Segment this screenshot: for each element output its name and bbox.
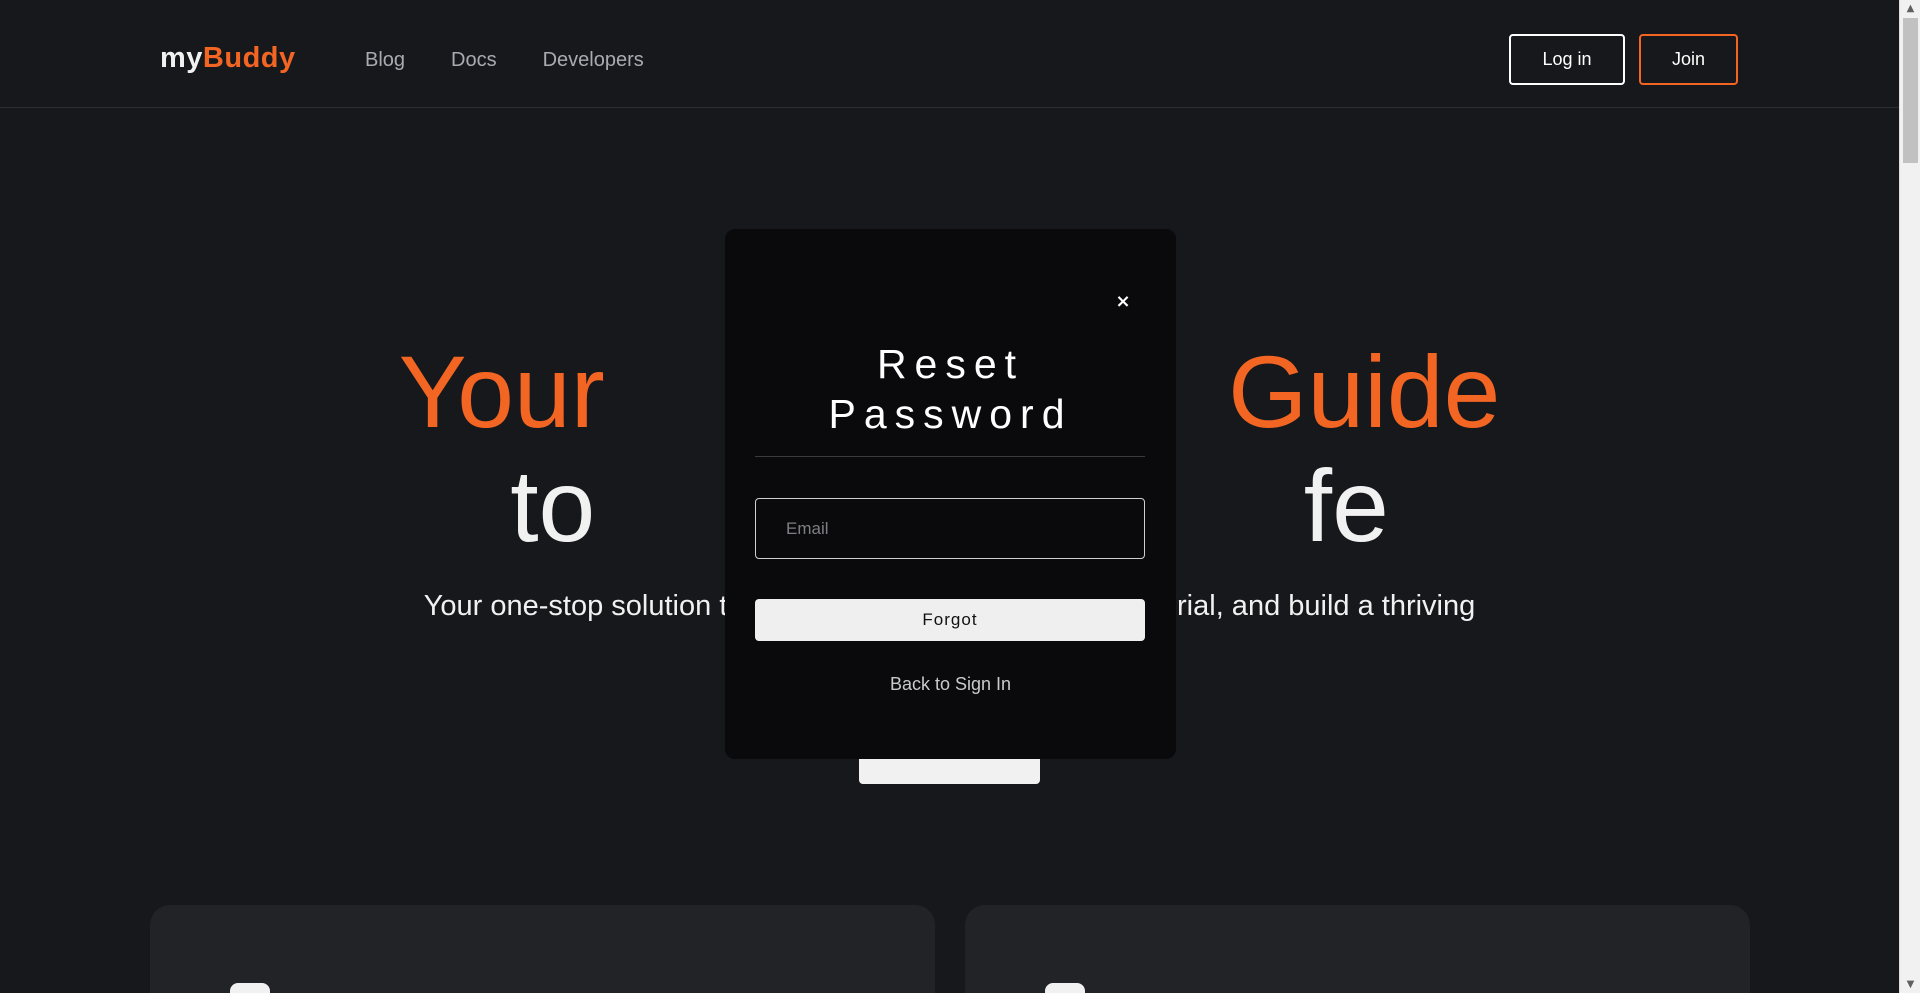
page-scrollbar[interactable]: ▲ ▼ bbox=[1899, 0, 1920, 993]
feature-card-icon bbox=[230, 983, 270, 993]
page: myBuddy Blog Docs Developers Log in Join… bbox=[0, 0, 1920, 993]
modal-title-line-2: Password bbox=[828, 391, 1073, 437]
main-nav: Blog Docs Developers bbox=[365, 49, 644, 72]
site-header: myBuddy Blog Docs Developers Log in Join bbox=[0, 0, 1899, 108]
close-icon[interactable]: × bbox=[1111, 289, 1135, 313]
back-to-sign-in-link[interactable]: Back to Sign In bbox=[725, 674, 1176, 695]
forgot-button[interactable]: Forgot bbox=[755, 599, 1145, 641]
scroll-down-arrow-icon[interactable]: ▼ bbox=[1900, 976, 1920, 993]
email-input[interactable] bbox=[755, 498, 1145, 559]
reset-password-modal: × Reset Password Forgot Back to Sign In bbox=[725, 229, 1176, 759]
feature-card-right bbox=[965, 905, 1750, 993]
modal-divider bbox=[755, 456, 1145, 457]
feature-card-icon bbox=[1045, 983, 1085, 993]
logo-part-my: my bbox=[160, 42, 203, 74]
feature-card-left bbox=[150, 905, 935, 993]
scroll-thumb[interactable] bbox=[1903, 18, 1918, 163]
modal-title: Reset Password bbox=[725, 339, 1176, 439]
nav-link-developers[interactable]: Developers bbox=[543, 49, 644, 72]
login-button[interactable]: Log in bbox=[1509, 34, 1625, 85]
nav-link-docs[interactable]: Docs bbox=[451, 49, 497, 72]
scroll-up-arrow-icon[interactable]: ▲ bbox=[1900, 0, 1920, 17]
brand-logo[interactable]: myBuddy bbox=[160, 42, 296, 75]
logo-part-buddy: Buddy bbox=[202, 42, 296, 74]
nav-link-blog[interactable]: Blog bbox=[365, 49, 405, 72]
modal-title-line-1: Reset bbox=[876, 341, 1025, 387]
join-button[interactable]: Join bbox=[1639, 34, 1738, 85]
